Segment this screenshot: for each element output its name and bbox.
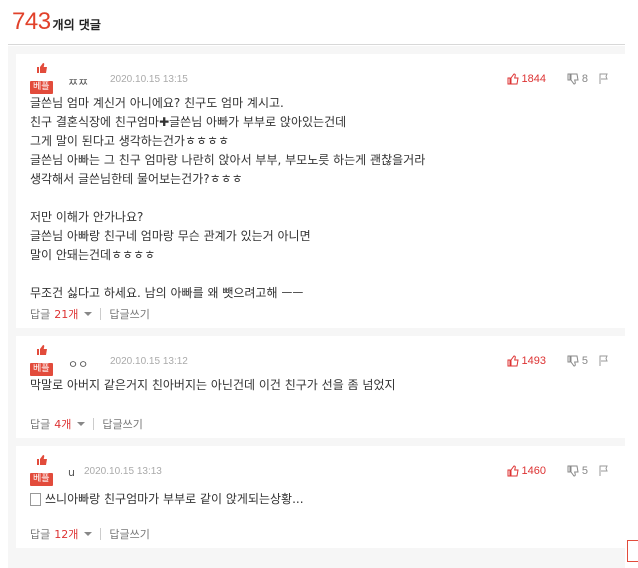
comment-text: 쓰니아빠랑 친구엄마가 부부로 같이 앉게되는상황...	[45, 492, 304, 506]
dislike-button[interactable]: 8	[567, 73, 588, 85]
thumbs-down-icon	[567, 465, 579, 477]
like-count: 1460	[521, 465, 546, 477]
comment-list: 베플 ㅉㅉ 2020.10.15 13:15 1844 8 글쓴님 엄마 계신거…	[8, 46, 625, 568]
comment-date: 2020.10.15 13:15	[110, 74, 188, 85]
thumbs-down-icon	[567, 355, 579, 367]
comment-username[interactable]: ㅇㅇ	[68, 356, 88, 372]
comment-date: 2020.10.15 13:13	[84, 466, 162, 477]
document-icon	[30, 493, 41, 506]
thumbs-up-icon	[507, 355, 519, 367]
write-reply-button[interactable]: 답글쓰기	[109, 526, 149, 542]
chevron-down-icon[interactable]	[84, 312, 93, 316]
comment-count: 743	[12, 8, 51, 35]
reply-label: 답글	[30, 308, 51, 321]
comment-count-label: 개의 댓글	[52, 18, 101, 32]
like-button[interactable]: 1460	[507, 465, 546, 477]
comment-header: 베플 ㅉㅉ 2020.10.15 13:15 1844 8	[30, 58, 610, 94]
like-button[interactable]: 1844	[507, 73, 546, 85]
best-label: 베플	[30, 473, 53, 486]
comment-text: 막말로 아버지 같은거지 친아버지는 아닌건데 이건 친구가 선을 좀 넘었지	[30, 378, 396, 392]
best-label: 베플	[30, 363, 53, 376]
comment-footer: 답글 12개 답글쓰기	[30, 526, 150, 542]
dislike-button[interactable]: 5	[567, 355, 588, 367]
comment-footer: 답글 21개 답글쓰기	[30, 306, 150, 322]
reply-count: 4개	[54, 418, 72, 431]
footer-divider	[100, 528, 102, 540]
best-badge: 베플	[30, 62, 60, 94]
comment-item: 베플 ㅇㅇ 2020.10.15 13:12 1493 5 막말로 아버지 같은…	[16, 336, 625, 438]
like-count: 1493	[521, 355, 546, 367]
comment-text-row: 쓰니아빠랑 친구엄마가 부부로 같이 앉게되는상황...	[30, 490, 304, 509]
comment-item: 베플 u 2020.10.15 13:13 1460 5 쓰니아빠랑 친구엄마가…	[16, 446, 625, 548]
reply-count: 12개	[54, 528, 79, 541]
best-badge: 베플	[30, 344, 60, 376]
reply-toggle[interactable]: 답글 12개	[30, 526, 78, 542]
comment-header: 베플 u 2020.10.15 13:13 1460 5	[30, 450, 610, 486]
best-label: 베플	[30, 81, 53, 94]
comment-text: 글쓴님 엄마 계신거 아니에요? 친구도 엄마 계시고. 친구 결혼식장에 친구…	[30, 96, 426, 300]
chevron-down-icon[interactable]	[84, 532, 93, 536]
best-badge: 베플	[30, 454, 60, 486]
thumbs-up-icon	[37, 63, 47, 73]
side-tab-edge[interactable]	[627, 540, 638, 562]
like-count: 1844	[521, 73, 546, 85]
footer-divider	[100, 308, 102, 320]
report-icon[interactable]	[598, 355, 610, 367]
reply-count: 21개	[54, 308, 79, 321]
dislike-count: 5	[581, 355, 588, 367]
write-reply-button[interactable]: 답글쓰기	[109, 306, 149, 322]
chevron-down-icon[interactable]	[77, 422, 86, 426]
comments-header: 743 개의 댓글	[12, 8, 101, 40]
thumbs-down-icon	[567, 73, 579, 85]
reply-label: 답글	[30, 528, 51, 541]
dislike-count: 8	[581, 73, 588, 85]
comment-item: 베플 ㅉㅉ 2020.10.15 13:15 1844 8 글쓴님 엄마 계신거…	[16, 54, 625, 328]
comment-username[interactable]: ㅉㅉ	[68, 74, 88, 90]
header-divider	[8, 44, 625, 45]
thumbs-up-icon	[37, 455, 47, 465]
thumbs-up-icon	[507, 73, 519, 85]
comment-header: 베플 ㅇㅇ 2020.10.15 13:12 1493 5	[30, 340, 610, 376]
footer-divider	[93, 418, 95, 430]
comment-username[interactable]: u	[68, 466, 75, 479]
like-button[interactable]: 1493	[507, 355, 546, 367]
thumbs-up-icon	[37, 345, 47, 355]
thumbs-up-icon	[507, 465, 519, 477]
report-icon[interactable]	[598, 73, 610, 85]
comment-footer: 답글 4개 답글쓰기	[30, 416, 143, 432]
reply-toggle[interactable]: 답글 21개	[30, 306, 78, 322]
report-icon[interactable]	[598, 465, 610, 477]
dislike-button[interactable]: 5	[567, 465, 588, 477]
reply-toggle[interactable]: 답글 4개	[30, 416, 71, 432]
comment-date: 2020.10.15 13:12	[110, 356, 188, 367]
reply-label: 답글	[30, 418, 51, 431]
write-reply-button[interactable]: 답글쓰기	[102, 416, 142, 432]
dislike-count: 5	[581, 465, 588, 477]
